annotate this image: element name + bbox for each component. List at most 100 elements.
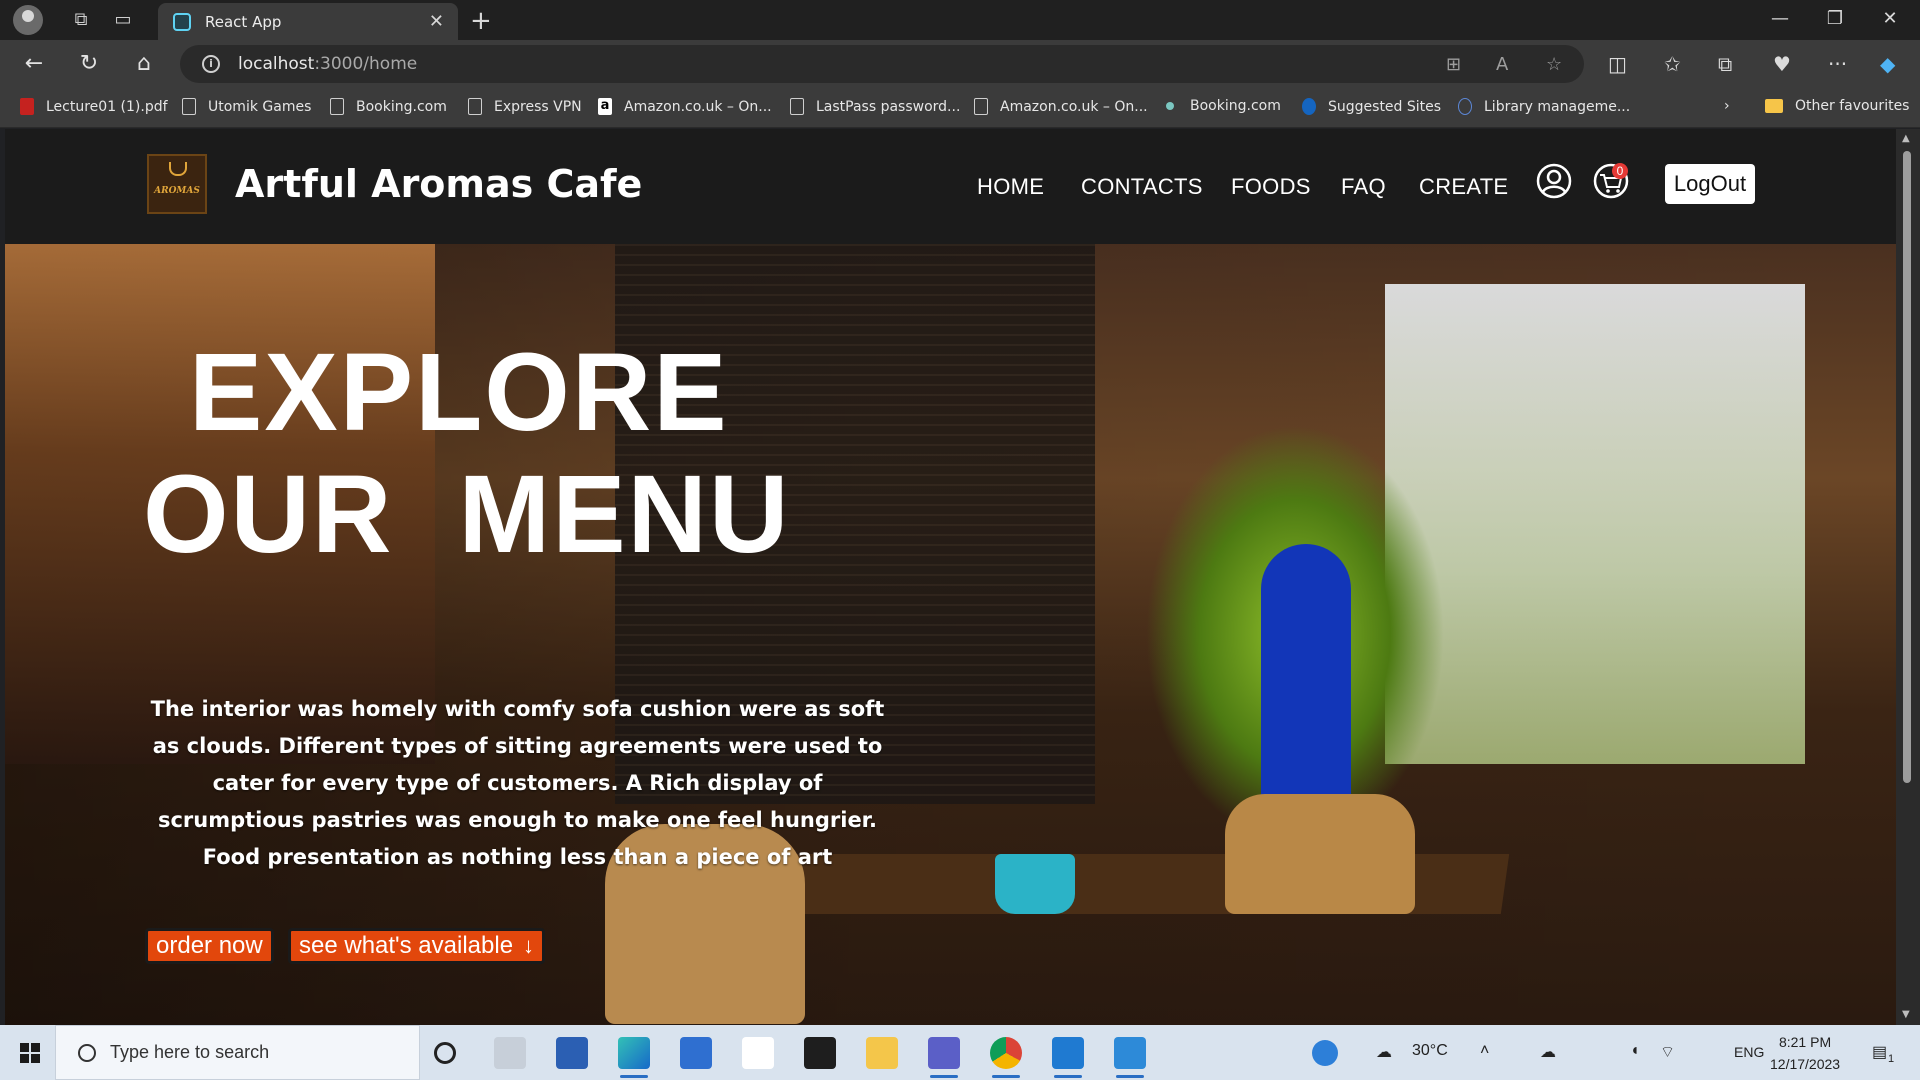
search-icon <box>78 1043 96 1062</box>
volume-icon[interactable]: ◖ <box>1630 1042 1640 1060</box>
order-now-label: order now <box>156 932 263 959</box>
bookmarks-overflow-icon[interactable]: › <box>1724 98 1730 114</box>
coffee-cup-icon <box>169 162 187 176</box>
tab-actions-icon[interactable]: ▭ <box>113 10 133 30</box>
hero-title-line2: OUR MENU <box>143 453 791 576</box>
page-icon <box>790 98 804 115</box>
tab-react-app[interactable]: React App ✕ <box>158 3 458 40</box>
cafe-logo[interactable]: AROMAS <box>147 154 207 214</box>
bookmark-label: Booking.com <box>356 98 447 115</box>
hero-pot <box>995 854 1075 914</box>
amazon-icon[interactable] <box>742 1037 774 1069</box>
edge-icon[interactable] <box>618 1037 650 1078</box>
minimize-icon[interactable]: — <box>1750 0 1810 40</box>
bookmark-item[interactable]: LastPass password... <box>790 98 960 115</box>
more-menu-icon[interactable]: ··· <box>1828 52 1847 76</box>
order-now-button[interactable]: order now <box>145 928 274 964</box>
dropbox-icon[interactable] <box>804 1037 836 1069</box>
scroll-up-icon[interactable]: ▲ <box>1902 133 1910 144</box>
pdf-icon <box>20 98 34 115</box>
scrollbar-thumb[interactable] <box>1903 151 1911 783</box>
workspaces-icon[interactable]: ⧉ <box>71 10 91 30</box>
favorites-icon[interactable]: ✩ <box>1664 52 1681 76</box>
site-info-icon[interactable]: i <box>202 55 220 73</box>
teams-icon[interactable] <box>928 1037 960 1078</box>
performance-icon[interactable]: ♥ <box>1773 52 1791 76</box>
see-available-button[interactable]: see what's available ↓ <box>288 928 546 964</box>
close-tab-icon[interactable]: ✕ <box>429 11 444 32</box>
restore-icon[interactable]: ❐ <box>1805 0 1865 40</box>
taskbar-clock[interactable]: 8:21 PM 12/17/2023 <box>1770 1031 1840 1075</box>
widgets-icon[interactable] <box>494 1037 526 1069</box>
scroll-down-icon[interactable]: ▼ <box>1902 1009 1910 1020</box>
help-icon[interactable] <box>1312 1040 1338 1066</box>
vscode-icon[interactable] <box>1052 1037 1084 1078</box>
logout-button[interactable]: LogOut <box>1665 164 1755 204</box>
mail-icon[interactable] <box>680 1037 712 1069</box>
bookmark-item[interactable]: Amazon.co.uk – On... <box>974 98 1148 115</box>
address-bar[interactable]: i localhost:3000/home ⊞ A ☆ <box>180 45 1584 83</box>
favorite-star-icon[interactable]: ☆ <box>1546 54 1562 75</box>
notification-icon[interactable]: ▤ <box>1872 1042 1887 1062</box>
taskbar-search[interactable]: Type here to search <box>55 1025 420 1080</box>
app-available-icon[interactable]: ⊞ <box>1446 54 1461 75</box>
user-icon[interactable] <box>1536 163 1572 199</box>
bookmark-label: Amazon.co.uk – On... <box>1000 98 1148 115</box>
windows-taskbar: Type here to search ☁ 30°C ˄ ☁ ⌔ ◖ ENG 8… <box>0 1025 1920 1080</box>
bookmark-item[interactable]: Suggested Sites <box>1302 98 1441 115</box>
clock-time: 8:21 PM <box>1778 1034 1832 1050</box>
url-text[interactable]: localhost:3000/home <box>238 54 417 74</box>
globe-icon <box>1458 98 1472 115</box>
taskbar-search-placeholder: Type here to search <box>110 1042 270 1062</box>
hero-title-line1: EXPLORE <box>189 331 729 454</box>
bookmark-item[interactable]: Express VPN <box>468 98 582 115</box>
hero-chair-right <box>1225 794 1415 914</box>
screen: ⧉ ▭ React App ✕ + — ❐ ✕ ← ↻ ⌂ i localhos… <box>0 0 1920 1080</box>
see-available-label: see what's available <box>299 932 514 959</box>
bookmark-item[interactable]: Booking.com <box>1166 98 1281 114</box>
logo-text: AROMAS <box>154 186 200 196</box>
file-explorer-icon[interactable] <box>866 1037 898 1069</box>
task-view-icon[interactable] <box>434 1042 456 1064</box>
copilot-icon[interactable]: ◆ <box>1880 52 1895 76</box>
bookmark-item[interactable]: Library manageme... <box>1458 98 1630 115</box>
cart-count-badge: 0 <box>1612 163 1628 179</box>
media-player-icon[interactable] <box>1114 1037 1146 1078</box>
refresh-icon[interactable]: ↻ <box>75 50 103 78</box>
chrome-icon[interactable] <box>990 1037 1022 1078</box>
read-aloud-icon[interactable]: A <box>1496 54 1508 75</box>
close-window-icon[interactable]: ✕ <box>1860 0 1920 40</box>
bookmark-label: Suggested Sites <box>1328 98 1442 115</box>
store-icon[interactable] <box>556 1037 588 1069</box>
collections-icon[interactable]: ⧉ <box>1718 52 1732 76</box>
bookmark-item[interactable]: a Amazon.co.uk – On... <box>598 98 772 115</box>
page-icon <box>468 98 482 115</box>
nav-faq[interactable]: FAQ <box>1341 174 1386 200</box>
weather-temp[interactable]: 30°C <box>1412 1042 1448 1060</box>
nav-foods[interactable]: FOODS <box>1231 174 1311 200</box>
language-indicator[interactable]: ENG <box>1734 1044 1764 1060</box>
notification-count: 1 <box>1888 1053 1895 1065</box>
nav-home[interactable]: HOME <box>977 174 1044 200</box>
back-icon[interactable]: ← <box>20 50 48 78</box>
weather-icon[interactable]: ☁ <box>1376 1042 1392 1062</box>
nav-contacts[interactable]: CONTACTS <box>1081 174 1203 200</box>
home-icon[interactable]: ⌂ <box>130 50 158 78</box>
new-tab-icon[interactable]: + <box>470 6 492 36</box>
onedrive-icon[interactable]: ☁ <box>1540 1042 1556 1062</box>
clock-date: 12/17/2023 <box>1770 1056 1841 1072</box>
split-screen-icon[interactable]: ◫ <box>1608 52 1627 76</box>
bookmark-item[interactable]: Utomik Games <box>182 98 311 115</box>
bookmark-label: Express VPN <box>494 98 582 115</box>
profile-avatar-icon[interactable] <box>13 5 43 35</box>
page-scrollbar[interactable]: ▲ ▼ <box>1896 129 1920 1025</box>
tray-expand-icon[interactable]: ˄ <box>1480 1042 1489 1060</box>
nav-create[interactable]: CREATE <box>1419 174 1508 200</box>
network-icon[interactable]: ⌔ <box>1660 1042 1675 1062</box>
other-favourites[interactable]: Other favourites <box>1765 98 1909 114</box>
brand-name[interactable]: Artful Aromas Cafe <box>235 162 642 206</box>
folder-icon <box>1765 99 1783 113</box>
bookmark-item[interactable]: Lecture01 (1).pdf <box>20 98 168 115</box>
bookmark-item[interactable]: Booking.com <box>330 98 447 115</box>
windows-start-icon[interactable] <box>20 1043 40 1063</box>
